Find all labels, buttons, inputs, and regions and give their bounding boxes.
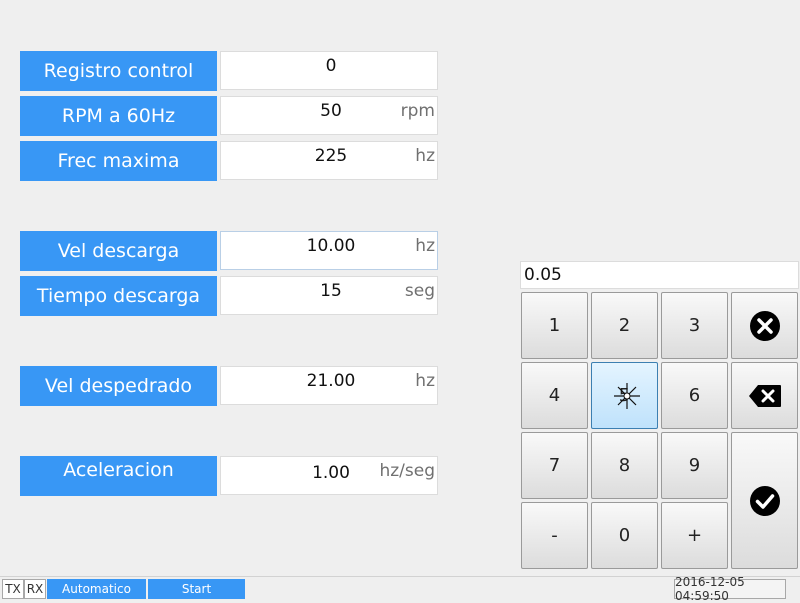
- vel-descarga-value: 10.00: [306, 236, 356, 256]
- aceleracion-value: 1.00: [312, 463, 350, 483]
- plus-key[interactable]: +: [661, 502, 728, 569]
- key-2[interactable]: 2: [591, 292, 658, 359]
- rpm-60hz-value: 50: [320, 101, 342, 121]
- registro-control-value: 0: [325, 56, 337, 76]
- key-0[interactable]: 0: [591, 502, 658, 569]
- vel-descarga-field[interactable]: 10.00 hz: [220, 231, 438, 270]
- start-button[interactable]: Start: [148, 579, 245, 599]
- minus-key[interactable]: -: [521, 502, 588, 569]
- frec-maxima-value: 225: [314, 146, 348, 166]
- key-4[interactable]: 4: [521, 362, 588, 429]
- vel-despedrado-label: Vel despedrado: [20, 366, 217, 406]
- vel-despedrado-unit: hz: [415, 371, 435, 391]
- key-3[interactable]: 3: [661, 292, 728, 359]
- frec-maxima-unit: hz: [415, 146, 435, 166]
- key-5[interactable]: 5: [591, 362, 658, 429]
- aceleracion-field[interactable]: 1.00 hz/seg: [220, 456, 438, 495]
- keypad-display: 0.05: [520, 261, 799, 289]
- datetime-display: 2016-12-05 04:59:50: [674, 575, 786, 603]
- vel-despedrado-field[interactable]: 21.00 hz: [220, 366, 438, 405]
- rpm-60hz-unit: rpm: [400, 101, 435, 121]
- confirm-button[interactable]: [731, 432, 798, 569]
- rx-indicator: RX: [24, 579, 46, 599]
- key-8[interactable]: 8: [591, 432, 658, 499]
- check-circle-icon: [749, 485, 781, 517]
- registro-control-field[interactable]: 0: [220, 51, 438, 90]
- clear-button[interactable]: [731, 292, 798, 359]
- tiempo-descarga-value: 15: [320, 281, 342, 301]
- rpm-60hz-label: RPM a 60Hz: [20, 96, 217, 136]
- status-bar: TX RX Automatico Start 2016-12-05 04:59:…: [0, 575, 800, 603]
- aceleracion-unit: hz/seg: [379, 461, 435, 481]
- key-1[interactable]: 1: [521, 292, 588, 359]
- tx-indicator: TX: [2, 579, 24, 599]
- close-circle-icon: [749, 310, 781, 342]
- frec-maxima-field[interactable]: 225 hz: [220, 141, 438, 180]
- frec-maxima-label: Frec maxima: [20, 141, 217, 181]
- mode-button[interactable]: Automatico: [47, 579, 146, 599]
- vel-descarga-label: Vel descarga: [20, 231, 217, 271]
- tiempo-descarga-field[interactable]: 15 seg: [220, 276, 438, 315]
- backspace-button[interactable]: [731, 362, 798, 429]
- rpm-60hz-field[interactable]: 50 rpm: [220, 96, 438, 135]
- aceleracion-label: Aceleracion: [20, 456, 217, 496]
- tiempo-descarga-unit: seg: [404, 281, 435, 301]
- key-6[interactable]: 6: [661, 362, 728, 429]
- registro-control-label: Registro control: [20, 51, 217, 91]
- vel-descarga-unit: hz: [415, 236, 435, 256]
- key-7[interactable]: 7: [521, 432, 588, 499]
- cursor-icon: [612, 381, 642, 411]
- key-9[interactable]: 9: [661, 432, 728, 499]
- tiempo-descarga-label: Tiempo descarga: [20, 276, 217, 316]
- vel-despedrado-value: 21.00: [306, 371, 356, 391]
- backspace-icon: [748, 384, 782, 408]
